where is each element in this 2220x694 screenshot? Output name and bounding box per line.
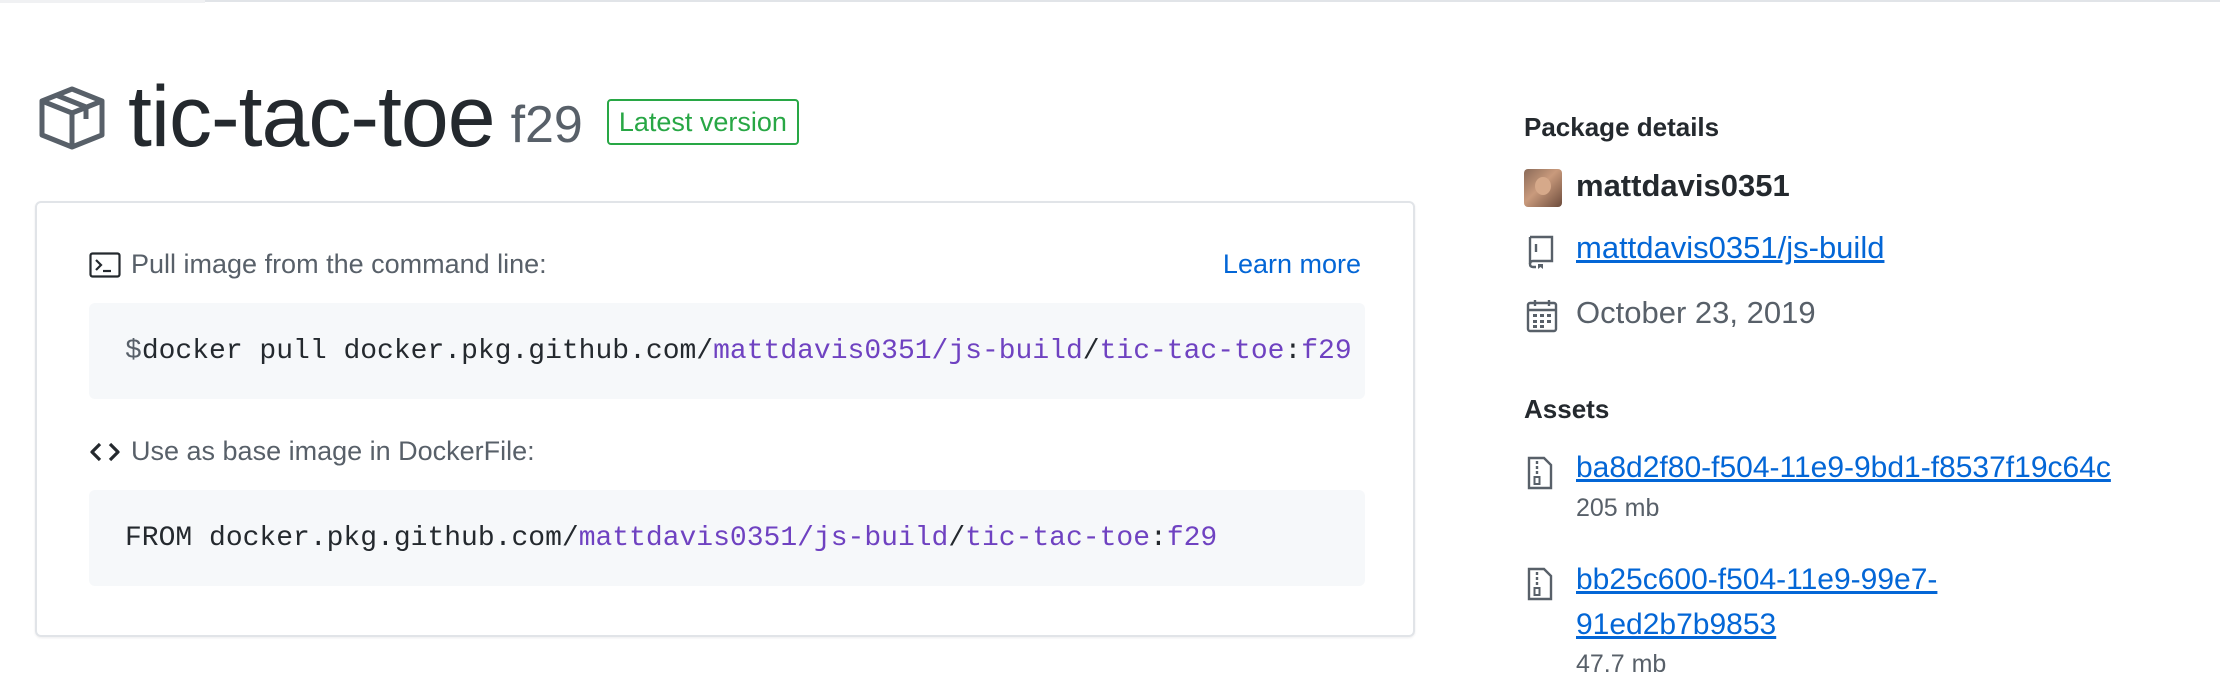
pull-command-block[interactable]: $ docker pull docker.pkg.github.com/matt… [89,303,1365,399]
base-image-name: tic-tac-toe [965,522,1151,554]
file-zip-icon [1527,567,1553,601]
asset-size-1: 205 mb [1576,494,1660,522]
pull-image-name: tic-tac-toe [1099,335,1285,367]
code-icon [90,442,120,461]
file-zip-icon [1527,456,1553,490]
owner-avatar[interactable] [1524,169,1562,207]
base-command-block[interactable]: FROM docker.pkg.github.com/mattdavis0351… [89,490,1365,586]
learn-more-link[interactable]: Learn more [1223,249,1361,280]
base-label-row: Use as base image in DockerFile: [89,436,535,467]
base-tag: f29 [1166,522,1218,554]
package-title: tic-tac-toe [128,69,496,165]
pull-label: Pull image from the command line: [131,249,547,279]
asset-link-2-line1: bb25c600-f504-11e9-99e7- [1576,563,1938,596]
package-icon [39,86,105,149]
package-version: f29 [510,95,583,154]
calendar-icon [1526,300,1558,333]
terminal-icon [89,251,121,278]
top-border [0,0,2220,2]
asset-link-1[interactable]: ba8d2f80-f504-11e9-9bd1-f8537f19c64c [1576,445,2216,490]
assets-heading: Assets [1524,394,1610,424]
package-header: tic-tac-toe f29 Latest version [36,70,799,165]
asset-size-2: 47.7 mb [1576,650,1667,678]
base-repo-path: mattdavis0351/js-build [578,522,949,554]
publish-date: October 23, 2019 [1576,295,1816,330]
asset-link-2[interactable]: bb25c600-f504-11e9-99e7- 91ed2b7b9853 [1576,557,2216,647]
repo-link[interactable]: mattdavis0351/js-build [1576,230,1884,266]
base-command-prefix: FROM docker.pkg.github.com/ [125,522,579,554]
base-colon: : [1150,522,1167,554]
repo-icon [1528,235,1554,269]
top-tab-indicator [0,0,205,3]
package-details-heading: Package details [1524,112,1720,142]
pull-repo-path: mattdavis0351/js-build [713,335,1083,367]
pull-tag: f29 [1301,335,1352,367]
prompt-symbol: $ [125,335,142,367]
pull-slash: / [1082,335,1100,367]
pull-label-row: Pull image from the command line: [89,249,547,280]
pull-command-prefix: docker pull docker.pkg.github.com/ [141,335,714,367]
install-card: Pull image from the command line: Learn … [35,201,1415,637]
owner-name[interactable]: mattdavis0351 [1576,168,1790,204]
asset-link-2-line2: 91ed2b7b9853 [1576,608,1777,641]
pull-colon: : [1284,335,1302,367]
latest-version-badge: Latest version [606,98,799,145]
base-label: Use as base image in DockerFile: [131,436,535,466]
base-slash: / [948,522,966,554]
